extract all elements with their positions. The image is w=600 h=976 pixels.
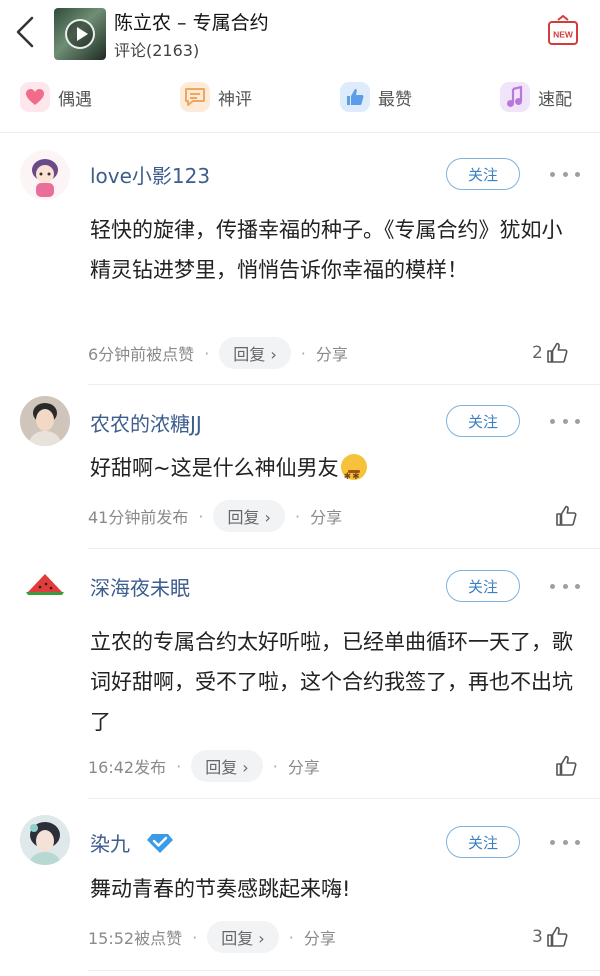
comment-divider	[88, 384, 600, 385]
avatar[interactable]	[20, 560, 70, 610]
avatar[interactable]	[20, 815, 70, 865]
comment-time: 41分钟前发布	[88, 508, 189, 527]
page-title: 陈立农 – 专属合约	[114, 12, 269, 34]
comment-divider	[88, 798, 600, 799]
tab-encounter[interactable]: 偶遇	[20, 78, 92, 116]
heart-icon	[20, 82, 50, 112]
tab-label: 神评	[218, 89, 252, 110]
comment-time: 6分钟前被点赞	[88, 345, 195, 364]
comment-meta: 15:52被点赞 · 回复 › · 分享	[88, 921, 336, 953]
tab-quick-match[interactable]: 速配	[500, 78, 572, 116]
username[interactable]: 深海夜未眠	[90, 572, 190, 601]
watermelon-icon	[26, 574, 64, 595]
comment-meta: 6分钟前被点赞 · 回复 › · 分享	[88, 337, 348, 369]
meta-dot: ·	[204, 343, 210, 363]
reply-button[interactable]: 回复 ›	[207, 921, 279, 953]
tab-label: 最赞	[378, 89, 412, 110]
follow-button[interactable]: 关注	[446, 570, 520, 602]
reply-button[interactable]: 回复 ›	[191, 750, 263, 782]
like-count: 2	[532, 343, 543, 363]
new-icon: NEW	[548, 14, 578, 45]
meta-dot: ·	[192, 927, 198, 947]
username[interactable]: 农农的浓糖JJ	[90, 408, 202, 437]
follow-button[interactable]: 关注	[446, 158, 520, 190]
username[interactable]: 染九	[90, 828, 130, 857]
meta-dot: ·	[288, 927, 294, 947]
comment-text: 舞动青春的节奏感跳起来嗨!	[90, 877, 351, 901]
comment-text: 轻快的旋律，传播幸福的种子。《专属合约》犹如小精灵钻进梦里，悄悄告诉你幸福的模样…	[90, 218, 563, 282]
meta-dot: ·	[176, 756, 182, 776]
share-button[interactable]: 分享	[288, 754, 320, 778]
avatar[interactable]	[20, 150, 70, 200]
follow-button[interactable]: 关注	[446, 405, 520, 437]
comment-time: 16:42发布	[88, 758, 167, 777]
more-options-button[interactable]	[550, 170, 580, 178]
thumb-up-icon	[547, 926, 568, 947]
filter-tabs: 偶遇 神评 最赞 速配	[0, 72, 600, 122]
share-button[interactable]: 分享	[310, 504, 342, 528]
tab-label: 速配	[538, 89, 572, 110]
comment-text-content: 好甜啊~这是什么神仙男友	[90, 456, 339, 480]
song-cover[interactable]	[54, 8, 106, 60]
tab-most-liked[interactable]: 最赞	[340, 78, 412, 116]
header: 陈立农 – 专属合约 评论(2163) NEW	[0, 0, 600, 64]
like-button[interactable]: 2	[532, 337, 569, 369]
more-options-button[interactable]	[550, 838, 580, 846]
thumb-up-icon	[547, 342, 568, 363]
share-button[interactable]: 分享	[316, 341, 348, 365]
username[interactable]: love小影123	[90, 160, 210, 189]
chat-icon	[180, 82, 210, 112]
like-count: 3	[532, 927, 543, 947]
like-button[interactable]	[552, 750, 578, 782]
tab-top-comment[interactable]: 神评	[180, 78, 252, 116]
avatar[interactable]	[20, 396, 70, 446]
meta-dot: ·	[272, 756, 278, 776]
thumb-up-icon	[556, 505, 577, 526]
comment-meta: 16:42发布 · 回复 › · 分享	[88, 750, 320, 782]
chevron-left-icon	[16, 16, 34, 48]
comment-text: 立农的专属合约太好听啦，已经单曲循环一天了，歌词好甜啊，受不了啦，这个合约我签了…	[90, 630, 573, 734]
comment-count: 评论(2163)	[114, 41, 200, 60]
play-icon[interactable]	[65, 19, 95, 49]
comment-time: 15:52被点赞	[88, 929, 183, 948]
meta-dot: ·	[300, 343, 306, 363]
comment-text: 好甜啊~这是什么神仙男友	[90, 448, 580, 497]
reply-button[interactable]: 回复 ›	[213, 500, 285, 532]
follow-button[interactable]: 关注	[446, 826, 520, 858]
more-options-button[interactable]	[550, 582, 580, 590]
new-icon-label: NEW	[553, 30, 574, 40]
thumb-up-icon	[340, 82, 370, 112]
like-button[interactable]: 3	[532, 921, 569, 953]
meta-dot: ·	[198, 506, 204, 526]
comment-divider	[88, 970, 600, 971]
meta-dot: ·	[294, 506, 301, 526]
comment-divider	[88, 548, 600, 549]
back-button[interactable]	[8, 12, 44, 52]
thumb-up-icon	[556, 755, 577, 776]
more-options-button[interactable]	[550, 417, 580, 425]
like-button[interactable]	[552, 500, 578, 532]
new-sort-button[interactable]: NEW	[546, 14, 580, 50]
verified-badge-icon	[147, 834, 173, 853]
reply-button[interactable]: 回复 ›	[219, 337, 291, 369]
starry-eyes-emoji-icon	[340, 454, 367, 497]
header-divider	[0, 132, 600, 133]
share-button[interactable]: 分享	[304, 925, 336, 949]
music-note-icon	[500, 82, 530, 112]
tab-label: 偶遇	[58, 89, 92, 110]
comment-meta: 41分钟前发布 · 回复 › · 分享	[88, 500, 342, 532]
